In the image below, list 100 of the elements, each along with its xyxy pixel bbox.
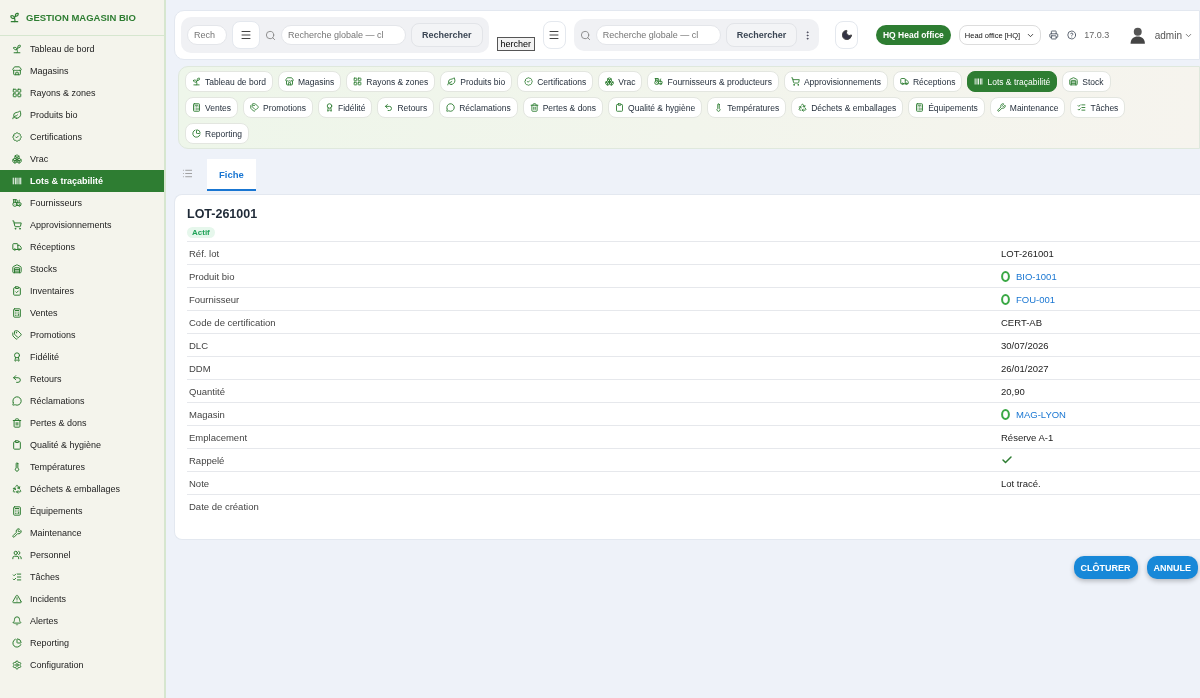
- module-tab[interactable]: Reporting: [185, 123, 249, 144]
- sprout-icon: [12, 44, 22, 54]
- sidebar-item[interactable]: Approvisionnements: [0, 214, 164, 236]
- module-tab[interactable]: Promotions: [243, 97, 313, 118]
- sidebar-item[interactable]: Configuration: [0, 654, 164, 676]
- sidebar-item[interactable]: Fidélité: [0, 346, 164, 368]
- sidebar-item[interactable]: Personnel: [0, 544, 164, 566]
- grid-icon: [353, 77, 363, 86]
- cart-icon: [12, 220, 22, 230]
- sidebar-item[interactable]: Réclamations: [0, 390, 164, 412]
- search-button[interactable]: Rechercher: [725, 23, 798, 47]
- truck-icon: [899, 77, 909, 86]
- field-value: Lot tracé.: [1001, 477, 1042, 489]
- sidebar-item[interactable]: Ventes: [0, 302, 164, 324]
- module-tab[interactable]: Ventes: [185, 97, 238, 118]
- field-label: Date de création: [189, 500, 260, 512]
- module-tab[interactable]: Tableau de bord: [185, 71, 273, 92]
- sidebar-item[interactable]: Alertes: [0, 610, 164, 632]
- recycle-icon: [798, 103, 808, 112]
- module-tab[interactable]: Qualité & hygiène: [608, 97, 703, 118]
- users-icon: [12, 550, 22, 560]
- sidebar-item[interactable]: Lots & traçabilité: [0, 170, 164, 192]
- sidebar-item[interactable]: Stocks: [0, 258, 164, 280]
- sidebar-item[interactable]: Reporting: [0, 632, 164, 654]
- undo-icon: [384, 103, 394, 112]
- field-value: Réserve A-1: [1001, 431, 1055, 443]
- help-icon[interactable]: [1066, 29, 1077, 41]
- module-tab[interactable]: Réclamations: [439, 97, 518, 118]
- sidebar-item[interactable]: Vrac: [0, 148, 164, 170]
- module-tab[interactable]: Lots & traçabilité: [967, 71, 1058, 92]
- field-label: DDM: [189, 362, 212, 374]
- ring-icon: [1001, 293, 1010, 305]
- bell-icon: [12, 616, 22, 626]
- module-tab[interactable]: Retours: [377, 97, 435, 118]
- module-tab[interactable]: Certifications: [517, 71, 594, 92]
- record-link[interactable]: BIO-1001: [1001, 270, 1200, 282]
- list-icon: [182, 167, 193, 179]
- action-button[interactable]: ANNULE: [1146, 556, 1198, 579]
- badge-icon: [12, 132, 22, 142]
- record-link[interactable]: FOU-001: [1001, 293, 1200, 305]
- sidebar-item[interactable]: Pertes & dons: [0, 412, 164, 434]
- module-tab[interactable]: Tâches: [1070, 97, 1126, 118]
- chat-icon: [446, 103, 456, 112]
- record-link[interactable]: MAG-LYON: [1001, 408, 1200, 420]
- sidebar-item[interactable]: Inventaires: [0, 280, 164, 302]
- module-tab[interactable]: Magasins: [277, 71, 342, 92]
- search-field[interactable]: Rech: [187, 25, 227, 45]
- tags-icon: [250, 103, 259, 112]
- sidebar-item[interactable]: Déchets & emballages: [0, 478, 164, 500]
- sidebar-item[interactable]: Rayons & zones: [0, 82, 164, 104]
- user-menu[interactable]: admin: [1154, 29, 1193, 41]
- field-label: Magasin: [189, 408, 226, 420]
- module-tab[interactable]: Fournisseurs & producteurs: [647, 71, 779, 92]
- sidebar-item[interactable]: Certifications: [0, 126, 164, 148]
- view-tab[interactable]: Fiche: [207, 159, 256, 191]
- sidebar-item[interactable]: Qualité & hygiène: [0, 434, 164, 456]
- module-tab[interactable]: Pertes & dons: [522, 97, 604, 118]
- pie-icon: [192, 129, 201, 138]
- boxes-icon: [605, 77, 615, 86]
- sidebar-item[interactable]: Tâches: [0, 566, 164, 588]
- sidebar-item[interactable]: Retours: [0, 368, 164, 390]
- field-value: CERT-AB: [1001, 316, 1043, 328]
- search-field[interactable]: Recherche globale — cl: [595, 25, 721, 45]
- store-icon: [12, 66, 22, 76]
- clipcheck-icon: [12, 286, 22, 296]
- field-value: 30/07/2026: [1001, 339, 1050, 351]
- module-tab[interactable]: Approvisionnements: [783, 71, 888, 92]
- search-button[interactable]: hercher: [496, 37, 536, 51]
- sidebar-item[interactable]: Produits bio: [0, 104, 164, 126]
- alert-icon: [12, 594, 22, 604]
- module-tab[interactable]: Équipements: [908, 97, 985, 118]
- sidebar-item[interactable]: Maintenance: [0, 522, 164, 544]
- module-tab[interactable]: Vrac: [598, 71, 643, 92]
- version-text: 17.0.3: [1084, 30, 1110, 40]
- sidebar-item[interactable]: Incidents: [0, 588, 164, 610]
- menu-button[interactable]: [543, 21, 566, 49]
- sidebar-item[interactable]: Réceptions: [0, 236, 164, 258]
- sidebar-item[interactable]: Magasins: [0, 60, 164, 82]
- module-tab[interactable]: Déchets & emballages: [791, 97, 904, 118]
- search-button[interactable]: Rechercher: [411, 23, 483, 47]
- action-button[interactable]: CLÔTURER: [1073, 556, 1138, 579]
- module-tab[interactable]: Fidélité: [318, 97, 373, 118]
- search-field[interactable]: Recherche globale — cl: [281, 25, 406, 45]
- module-tab[interactable]: Produits bio: [440, 71, 513, 92]
- sidebar-item[interactable]: Fournisseurs: [0, 192, 164, 214]
- sidebar-item[interactable]: Températures: [0, 456, 164, 478]
- sidebar-item[interactable]: Promotions: [0, 324, 164, 346]
- module-tab[interactable]: Rayons & zones: [346, 71, 436, 92]
- theme-toggle-button[interactable]: [835, 21, 858, 49]
- sidebar-item[interactable]: Tableau de bord: [0, 38, 164, 60]
- module-tab[interactable]: Températures: [707, 97, 787, 118]
- moon-icon: [840, 29, 853, 41]
- thermo-icon: [12, 462, 22, 472]
- sidebar-item[interactable]: Équipements: [0, 500, 164, 522]
- print-icon[interactable]: [1049, 29, 1059, 41]
- module-tab[interactable]: Réceptions: [892, 71, 963, 92]
- module-tab[interactable]: Stock: [1062, 71, 1111, 92]
- field-value: 20,90: [1001, 385, 1026, 397]
- module-tab[interactable]: Maintenance: [989, 97, 1066, 118]
- list-icon: [1077, 103, 1087, 112]
